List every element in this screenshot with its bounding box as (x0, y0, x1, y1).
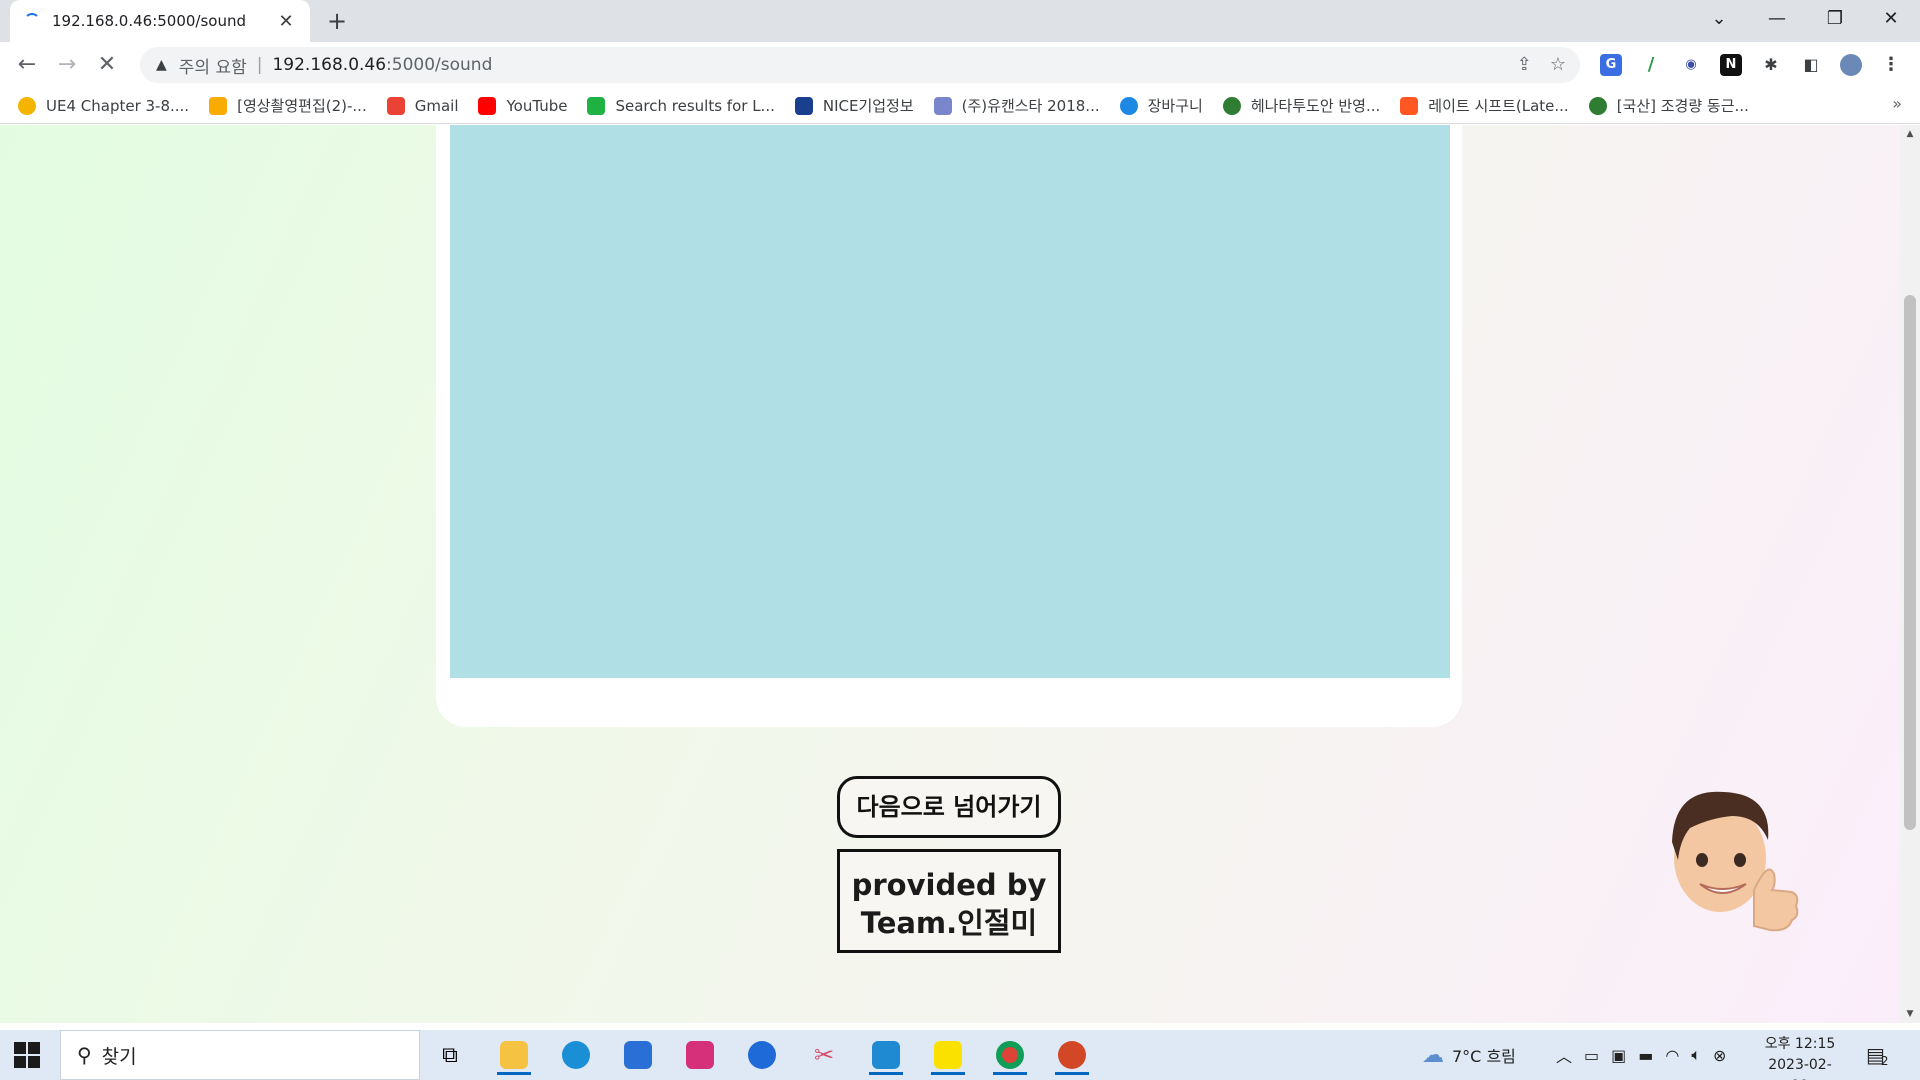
url-separator: | (256, 55, 263, 75)
bookmark-favicon-icon (1222, 96, 1241, 115)
show-hidden-icons-icon[interactable]: ︿ (1556, 1043, 1572, 1067)
bookmark-item[interactable]: UE4 Chapter 3-8.... (18, 96, 189, 115)
bookmark-item[interactable]: [국산] 조경량 동근... (1588, 95, 1749, 116)
bookmark-item[interactable]: 장바구니 (1119, 95, 1203, 116)
tab-bar: 192.168.0.46:5000/sound ✕ + ⌄ — ❐ ✕ (0, 0, 1920, 42)
back-button[interactable]: ← (12, 50, 42, 80)
notification-center[interactable]: ▤ 2 (1866, 1030, 1889, 1080)
blogger-icon (1400, 96, 1419, 115)
file-explorer-icon[interactable] (489, 1035, 539, 1075)
meet-now-icon[interactable]: ▭ (1584, 1046, 1599, 1065)
kakaotalk-icon[interactable] (923, 1035, 973, 1075)
bookmarks-overflow-button[interactable]: » (1892, 94, 1902, 113)
mail-icon[interactable] (613, 1035, 663, 1075)
close-window-button[interactable]: ✕ (1862, 0, 1920, 42)
bookmark-item[interactable]: (주)유캔스타 2018... (933, 95, 1100, 116)
bookmark-favicon-icon (1119, 96, 1138, 115)
minimize-button[interactable]: — (1748, 0, 1806, 42)
bookmark-item[interactable]: 레이트 시프트(Late... (1400, 95, 1569, 116)
bookmark-item[interactable]: [영상촬영편집(2)-... (209, 95, 367, 116)
bookmark-item[interactable]: YouTube (478, 96, 567, 115)
bookmark-item[interactable]: Search results for L... (587, 96, 775, 115)
credit-line-1: provided by (851, 868, 1047, 902)
taskbar-clock[interactable]: 오후 12:15 2023-02-11 (1764, 1034, 1836, 1080)
menu-kebab-icon[interactable]: ⋮ (1880, 54, 1902, 76)
restore-button[interactable]: ❐ (1806, 0, 1864, 42)
next-button[interactable]: 다음으로 넘어가기 (837, 776, 1061, 838)
display-icon[interactable]: ▣ (1611, 1046, 1626, 1065)
profile-avatar[interactable] (1840, 54, 1862, 76)
new-tab-button[interactable]: + (322, 6, 352, 36)
snipping-tool-icon[interactable]: ✂ (799, 1035, 849, 1075)
extension-pen-icon[interactable]: / (1640, 54, 1662, 76)
edge-browser-icon[interactable] (551, 1035, 601, 1075)
page-content: 다음으로 넘어가기 provided by Team.인절미 (0, 125, 1900, 1023)
powerpoint-icon[interactable] (1047, 1035, 1097, 1075)
share-icon[interactable]: ⇪ (1517, 54, 1532, 75)
warning-triangle-icon[interactable]: ▲ (156, 57, 167, 73)
credit-box: provided by Team.인절미 (837, 849, 1061, 953)
tab-title: 192.168.0.46:5000/sound (52, 12, 247, 30)
tab-close-icon[interactable]: ✕ (276, 11, 296, 32)
forward-button[interactable]: → (52, 50, 82, 80)
speaker-muted-icon[interactable]: 🔈︎ (1691, 1045, 1701, 1065)
address-bar[interactable]: ▲ 주의 요함 | 192.168.0.46:5000/sound ⇪ ☆ (140, 47, 1580, 83)
bookmark-item[interactable]: 헤나타투도안 반영... (1222, 95, 1380, 116)
search-placeholder: 찾기 (101, 1045, 137, 1068)
extension-translate-icon[interactable]: G (1600, 54, 1622, 76)
chrome-icon[interactable] (985, 1035, 1035, 1075)
clock-date: 2023-02-11 (1768, 1057, 1832, 1080)
bookmark-star-icon[interactable]: ☆ (1550, 54, 1566, 75)
weather-text: 7°C 흐림 (1452, 1047, 1516, 1066)
weather-widget[interactable]: ☁ 7°C 흐림 (1422, 1030, 1516, 1080)
clock-time: 오후 12:15 (1764, 1036, 1836, 1052)
bookmark-favicon-icon (933, 96, 952, 115)
loading-spinner-icon (24, 13, 40, 29)
tab-search-button[interactable]: ⌄ (1690, 0, 1748, 42)
bookmark-favicon-icon (587, 96, 606, 115)
vertical-scrollbar[interactable]: ▲ ▼ (1900, 125, 1920, 1023)
bookmark-favicon-icon (794, 96, 813, 115)
scroll-up-arrow-icon[interactable]: ▲ (1900, 129, 1920, 139)
cloud-icon: ☁ (1422, 1042, 1444, 1068)
memoji-thumbs-up-avatar (1672, 791, 1799, 932)
gmail-icon (386, 96, 405, 115)
notification-count: 2 (1880, 1054, 1889, 1068)
scroll-down-arrow-icon[interactable]: ▼ (1900, 1009, 1920, 1019)
video-area[interactable] (450, 125, 1450, 678)
active-tab[interactable]: 192.168.0.46:5000/sound ✕ (10, 0, 310, 42)
bookmark-favicon-icon (209, 96, 228, 115)
youtube-icon (478, 96, 497, 115)
notion-icon[interactable]: N (1720, 54, 1742, 76)
instagram-icon[interactable] (675, 1035, 725, 1075)
media-card (436, 125, 1462, 727)
search-icon: ⚲ (77, 1043, 92, 1067)
side-panel-icon[interactable]: ◧ (1800, 54, 1822, 76)
battery-icon[interactable]: ▬ (1638, 1046, 1653, 1065)
bookmarks-bar: UE4 Chapter 3-8.... [영상촬영편집(2)-... Gmail… (0, 88, 1920, 124)
wifi-icon[interactable]: ◠ (1665, 1046, 1679, 1065)
security-warning-label[interactable]: 주의 요함 (179, 53, 247, 78)
bookmark-favicon-icon (1588, 96, 1607, 115)
bookmark-item[interactable]: NICE기업정보 (794, 95, 914, 116)
bookmark-item[interactable]: Gmail (386, 96, 458, 115)
vscode-icon[interactable] (861, 1035, 911, 1075)
stop-loading-button[interactable]: ✕ (92, 50, 122, 80)
windows-taskbar: ⚲ 찾기 ⧉ ✂ ☁ 7°C 흐림 ︿ ▭ ▣ ▬ ◠ 🔈︎ ⊗ 오후 12:1… (0, 1030, 1920, 1080)
system-tray: ︿ ▭ ▣ ▬ ◠ 🔈︎ ⊗ (1556, 1030, 1726, 1080)
windows-start-icon[interactable] (14, 1042, 40, 1068)
extension-reader-icon[interactable]: ◉ (1680, 54, 1702, 76)
taskbar-search-box[interactable]: ⚲ 찾기 (60, 1030, 420, 1080)
status-x-icon[interactable]: ⊗ (1713, 1046, 1726, 1065)
task-view-icon[interactable]: ⧉ (425, 1035, 475, 1075)
browser-toolbar: ← → ✕ ▲ 주의 요함 | 192.168.0.46:5000/sound … (0, 42, 1920, 88)
url-path[interactable]: :5000/sound (386, 55, 492, 75)
app-navigation-icon[interactable] (737, 1035, 787, 1075)
url-host[interactable]: 192.168.0.46 (272, 55, 386, 75)
bookmark-favicon-icon (18, 96, 36, 115)
credit-line-2: Team.인절미 (860, 906, 1038, 940)
extensions-puzzle-icon[interactable]: ✱ (1760, 54, 1782, 76)
scrollbar-thumb[interactable] (1904, 295, 1916, 830)
